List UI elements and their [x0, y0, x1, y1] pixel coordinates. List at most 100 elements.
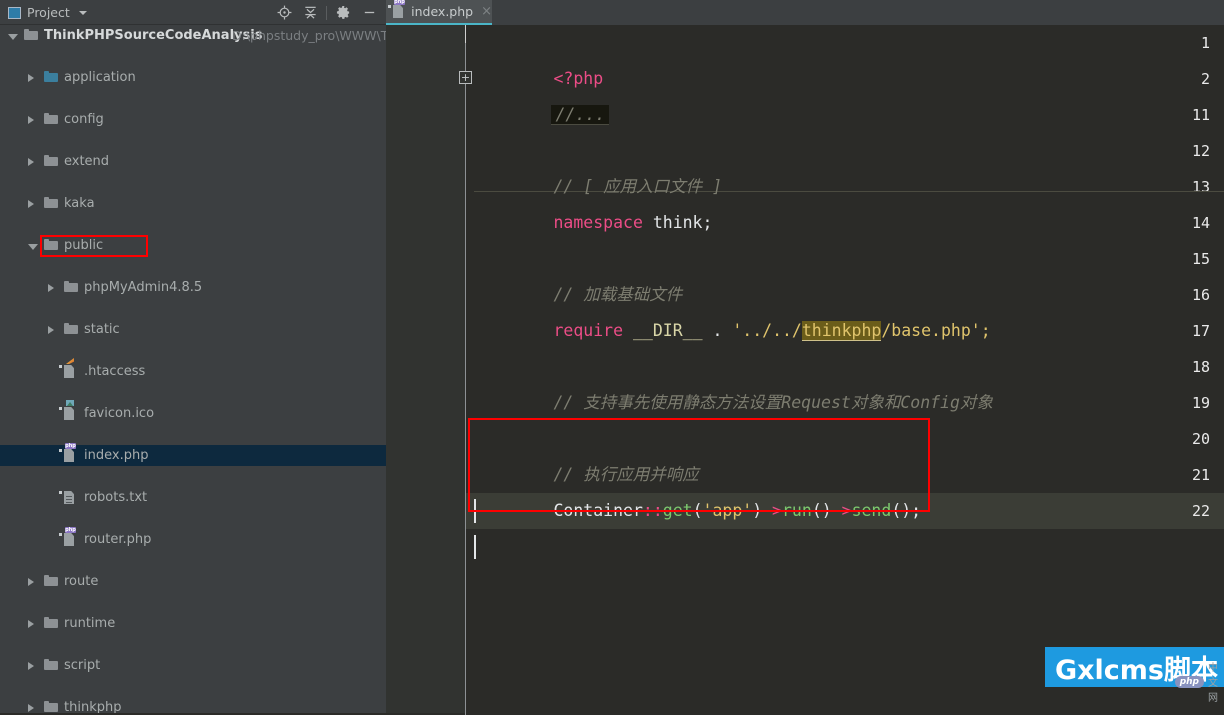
folder-icon: [44, 197, 58, 210]
fold-expand-button[interactable]: +: [459, 71, 472, 84]
tree-row-label: extend: [64, 154, 110, 169]
chevron-collapsed-icon[interactable]: [28, 662, 34, 670]
project-panel-title: Project: [27, 5, 70, 20]
highlighted-word-thinkphp: thinkphp: [801, 321, 882, 341]
line-number-11: 11: [1191, 106, 1210, 124]
chevron-collapsed-icon[interactable]: [28, 158, 34, 166]
tree-row-label: public: [64, 238, 104, 253]
tree-row-robots-txt[interactable]: robots.txt: [0, 487, 386, 508]
tree-row-public[interactable]: public: [0, 235, 386, 256]
chevron-collapsed-icon[interactable]: [48, 284, 54, 292]
tree-row-runtime[interactable]: runtime: [0, 613, 386, 634]
watermark-badge: php 中文网: [1174, 659, 1218, 704]
tree-row-label: kaka: [64, 196, 95, 211]
tree-rows-container: application config extend kaka public phpMyAd…: [0, 46, 386, 713]
tree-row-index-php[interactable]: php index.php: [0, 443, 386, 466]
tree-row-router-php[interactable]: php router.php: [0, 527, 386, 550]
paren-open: (: [692, 501, 703, 520]
project-title-group[interactable]: Project: [8, 0, 87, 25]
line-number-14: 14: [1191, 214, 1210, 232]
string-app: 'app': [702, 501, 753, 520]
chevron-collapsed-icon[interactable]: [28, 200, 34, 208]
tree-row-phpmyadmin4-8-5[interactable]: phpMyAdmin4.8.5: [0, 277, 386, 298]
concat-operator: .: [702, 321, 733, 340]
chevron-collapsed-icon[interactable]: [28, 620, 34, 628]
folder-icon: [44, 155, 58, 168]
tree-row-label: favicon.ico: [84, 406, 155, 421]
tree-row-label: route: [64, 574, 99, 589]
folder-blue-icon: [44, 71, 58, 84]
collapse-all-button[interactable]: [297, 0, 323, 25]
comment-static-methods: // 支持事先使用静态方法设置Request对象和Config对象: [553, 393, 993, 412]
tree-row-root[interactable]: ThinkPHPSourceCodeAnalysis D:\phpstudy_p…: [0, 25, 386, 46]
tree-row-label: application: [64, 70, 136, 85]
htaccess-file-icon: [59, 358, 78, 378]
settings-button[interactable]: [330, 0, 356, 25]
code-editor[interactable]: 1 2 11 12 13 14 15 16 17 18 19 20 21 22 + <?php //...…: [386, 25, 1224, 715]
tree-row-route[interactable]: route: [0, 571, 386, 592]
tree-row-thinkphp[interactable]: thinkphp: [0, 697, 386, 713]
project-panel-header: Project: [0, 0, 386, 25]
tree-row-extend[interactable]: extend: [0, 151, 386, 172]
tree-row-config[interactable]: config: [0, 109, 386, 130]
code-line-1: <?php: [466, 25, 603, 88]
line-number-21: 21: [1191, 466, 1210, 484]
line-number-2: 2: [1200, 70, 1210, 88]
php-file-icon: php: [59, 527, 78, 546]
tree-row-static[interactable]: static: [0, 319, 386, 340]
method-get: get: [662, 501, 693, 520]
tree-row-kaka[interactable]: kaka: [0, 193, 386, 214]
chevron-collapsed-icon[interactable]: [48, 326, 54, 334]
tree-row-script[interactable]: script: [0, 655, 386, 676]
tree-row-application[interactable]: application: [0, 67, 386, 88]
tree-row-label: script: [64, 658, 101, 673]
keyword-require: require: [553, 321, 624, 340]
text-file-icon: [59, 491, 78, 504]
namespace-name: think;: [642, 213, 713, 232]
folded-region[interactable]: //...: [551, 105, 610, 125]
tree-row-root-path: D:\phpstudy_pro\WWW\Th: [232, 28, 386, 43]
string-path-prefix: '../../: [732, 321, 802, 340]
magic-const-dir: __DIR__: [623, 321, 703, 340]
close-icon[interactable]: ×: [481, 5, 492, 18]
chevron-collapsed-icon[interactable]: [28, 578, 34, 586]
folder-icon: [44, 659, 58, 672]
tree-row-label: router.php: [84, 532, 152, 547]
code-line-2[interactable]: //...: [472, 61, 610, 125]
php-file-icon: php: [59, 443, 78, 462]
tree-row-root-label: ThinkPHPSourceCodeAnalysis: [44, 28, 263, 43]
chevron-expanded-icon[interactable]: [28, 244, 38, 250]
chevron-collapsed-icon[interactable]: [28, 116, 34, 124]
php-badge: php: [1174, 675, 1204, 688]
line-number-19: 19: [1191, 394, 1210, 412]
chevron-collapsed-icon[interactable]: [28, 74, 34, 82]
folder-icon: [64, 281, 78, 294]
tree-row-label: thinkphp: [64, 700, 122, 713]
send-parens: ();: [891, 501, 922, 520]
string-path-suffix: /base.php';: [881, 321, 991, 340]
folder-icon: [44, 575, 58, 588]
text-caret: [474, 499, 476, 523]
chevron-down-icon[interactable]: [78, 10, 87, 15]
hide-panel-button[interactable]: [356, 0, 382, 25]
tree-row-favicon-ico[interactable]: favicon.ico: [0, 400, 386, 424]
locate-file-button[interactable]: [271, 0, 297, 25]
chevron-expanded-icon[interactable]: [8, 34, 18, 40]
line-number-18: 18: [1191, 358, 1210, 376]
tree-row-label: .htaccess: [84, 364, 146, 379]
chevron-collapsed-icon[interactable]: [28, 704, 34, 712]
toolbar-divider: [326, 5, 327, 20]
method-send: send: [851, 501, 892, 520]
tab-label: index.php: [411, 4, 474, 19]
tree-row-label: static: [84, 322, 120, 337]
folded-placeholder-text: //...: [555, 105, 606, 124]
tab-index-php[interactable]: php index.php ×: [386, 0, 492, 25]
code-line-20: // 执行应用并响应: [466, 421, 698, 484]
tree-row--htaccess[interactable]: .htaccess: [0, 358, 386, 382]
tree-row-label: config: [64, 112, 104, 127]
text-caret-secondary: [474, 535, 476, 559]
project-file-tree[interactable]: ThinkPHPSourceCodeAnalysis D:\phpstudy_p…: [0, 25, 386, 713]
line-number-22: 22: [1191, 502, 1210, 520]
